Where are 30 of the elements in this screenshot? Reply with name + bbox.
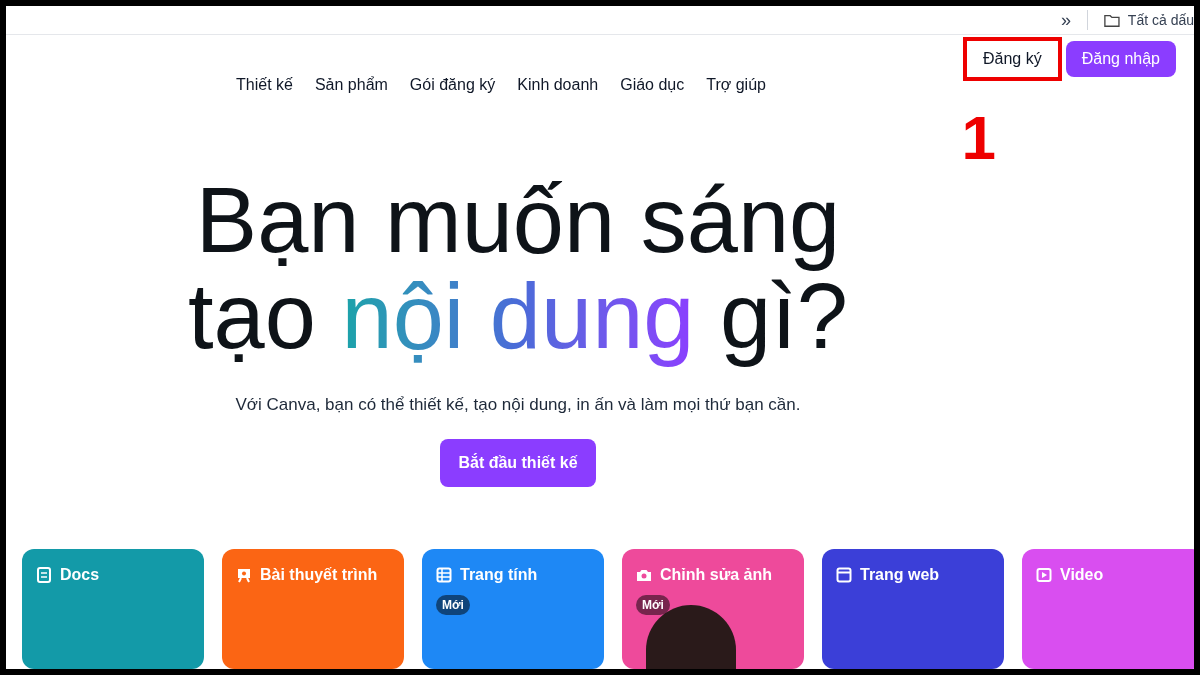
card-title: Docs bbox=[60, 565, 100, 585]
document-icon bbox=[36, 567, 52, 583]
nav-link[interactable]: Gói đăng ký bbox=[409, 73, 496, 97]
camera-icon bbox=[636, 567, 652, 583]
browser-window-icon bbox=[836, 567, 852, 583]
presentation-icon bbox=[236, 567, 252, 583]
card-title: Bài thuyết trình bbox=[260, 565, 378, 585]
nav-link[interactable]: Sản phẩm bbox=[314, 73, 388, 97]
card-title: Trang tính bbox=[460, 565, 538, 585]
login-button[interactable]: Đăng nhập bbox=[1065, 41, 1176, 78]
new-badge: Mới bbox=[636, 595, 670, 615]
new-badge: Mới bbox=[436, 595, 470, 615]
hero-subtitle: Với Canva, bạn có thể thiết kế, tạo nội dung, in ấn và làm mọi thứ bạn cần. bbox=[235, 393, 801, 416]
category-card[interactable]: Trang tính Mới bbox=[422, 549, 604, 669]
start-design-button[interactable]: Bắt đầu thiết kế bbox=[440, 439, 596, 487]
card-title: Video bbox=[1060, 565, 1104, 585]
nav-link[interactable]: Trợ giúp bbox=[706, 73, 766, 97]
overflow-chevron[interactable]: » bbox=[1061, 6, 1071, 34]
category-card[interactable]: Trang web bbox=[822, 549, 1004, 669]
step-number: 1 bbox=[961, 107, 996, 169]
folder-icon bbox=[1104, 12, 1120, 28]
bookmark-folder-label[interactable]: Tất cả dấu bbox=[1127, 10, 1194, 30]
video-icon bbox=[1036, 567, 1052, 583]
category-card[interactable]: Chỉnh sửa ảnh Mới bbox=[622, 549, 804, 669]
nav-link[interactable]: Thiết kế bbox=[236, 73, 293, 97]
nav-link[interactable]: Kinh doanh bbox=[517, 73, 599, 97]
card-title: Trang web bbox=[860, 565, 940, 585]
card-title: Chỉnh sửa ảnh bbox=[660, 565, 773, 585]
nav-link[interactable]: Giáo dục bbox=[620, 73, 685, 97]
table-icon bbox=[436, 567, 452, 583]
